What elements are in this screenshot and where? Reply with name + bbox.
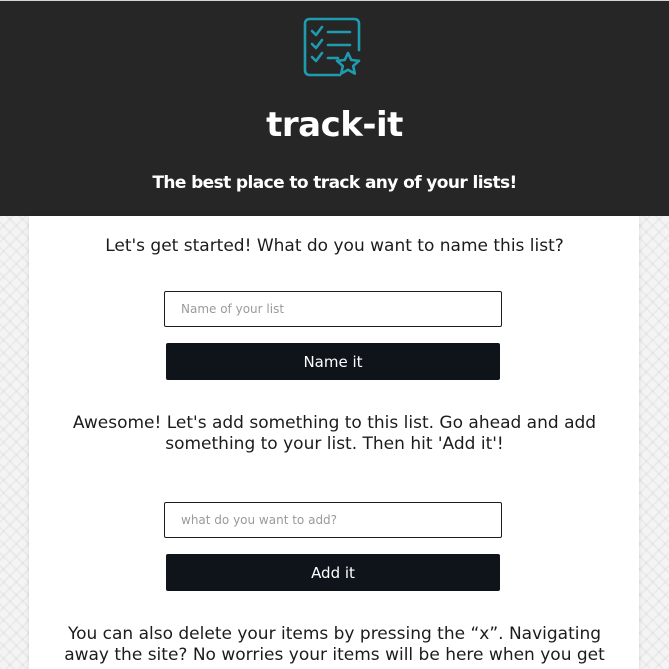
add-item-prompt-line-2: something to your list. Then hit 'Add it… — [165, 434, 504, 454]
list-name-input[interactable] — [164, 291, 502, 327]
add-item-prompt: Awesome! Let's add something to this lis… — [0, 413, 669, 455]
site-tagline: The best place to track any of your list… — [152, 173, 517, 193]
info-text-line-1: You can also delete your items by pressi… — [67, 624, 602, 644]
site-header: track-it The best place to track any of … — [0, 0, 669, 216]
site-title: track-it — [266, 105, 403, 145]
name-it-button[interactable]: Name it — [166, 343, 500, 380]
add-item-input[interactable] — [164, 502, 502, 538]
add-it-button[interactable]: Add it — [166, 554, 500, 591]
add-item-prompt-line-1: Awesome! Let's add something to this lis… — [72, 413, 597, 433]
info-text: You can also delete your items by pressi… — [0, 624, 669, 666]
name-list-prompt: Let's get started! What do you want to n… — [105, 236, 564, 256]
info-text-line-2: away the site? No worries your items wil… — [64, 645, 605, 665]
checklist-star-icon — [303, 17, 361, 77]
